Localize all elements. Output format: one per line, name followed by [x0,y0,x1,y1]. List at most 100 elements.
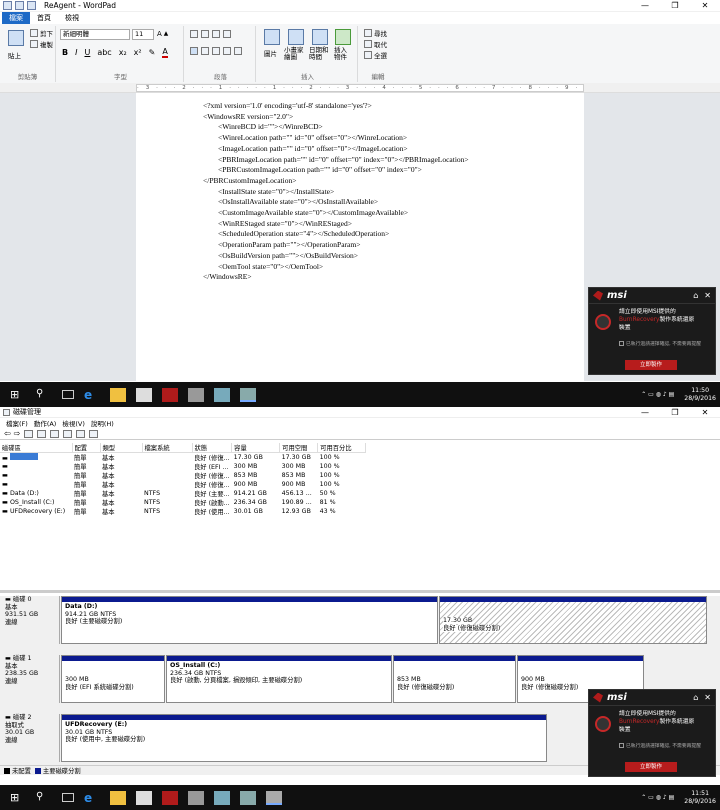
increase-indent-icon[interactable] [201,30,209,38]
disk-2-label[interactable]: ▬ 磁碟 2 抽取式 30.01 GB 連線 [0,714,60,762]
disk-0-label[interactable]: ▬ 磁碟 0 基本 931.51 GB 連線 [0,596,60,644]
menu-view[interactable]: 檢視(V) [62,418,85,428]
column-header[interactable]: 磁碟區 [0,443,73,453]
find-button[interactable]: 尋找 [364,28,387,38]
picture-button[interactable]: 圖片 [264,48,277,58]
disk-1-label[interactable]: ▬ 磁碟 1 基本 238.35 GB 連線 [0,655,60,703]
back-icon[interactable]: ⇦ [4,429,11,438]
search-icon[interactable]: ⚲ [36,388,52,402]
document-line[interactable]: <InstallState state="0"></InstallState> [203,187,469,198]
tab-view[interactable]: 檢視 [58,12,86,24]
document-line[interactable]: </PBRCustomImageLocation> [203,176,469,187]
rescan-icon[interactable] [63,429,73,438]
wordpad-taskbar-icon[interactable] [240,387,256,402]
minimize-button[interactable]: — [630,408,660,417]
line-spacing-icon[interactable] [223,30,231,38]
task-view-icon[interactable] [62,390,74,399]
dont-remind-checkbox[interactable]: 已執行過請選擇確認, 不需要再提醒 [619,742,701,749]
app-icon[interactable] [214,387,230,402]
file-explorer-icon[interactable] [110,387,126,402]
table-row[interactable]: ▬ Data (D:) 簡單 基本 NTFS 良好 (主要... 914.21 GB 456… [0,489,366,498]
table-row[interactable]: ▬ 簡單 基本 良好 (修復... 853 MB 853 MB 100 % [0,471,366,480]
font-size-select[interactable]: 11 [132,29,154,40]
document-line[interactable]: <ImageLocation path="" id="0" offset="0"… [203,144,469,155]
document-line[interactable]: </WindowsRE> [203,272,469,283]
document-line[interactable]: <WinreLocation path="" id="0" offset="0"… [203,133,469,144]
table-row[interactable]: ▬ 簡單 基本 良好 (修復... 900 MB 900 MB 100 % [0,480,366,489]
document-line[interactable]: <?xml version='1.0' encoding='utf-8' sta… [203,101,469,112]
create-now-button[interactable]: 立即製作 [625,360,677,370]
paste-icon[interactable] [8,30,24,46]
maximize-button[interactable]: ❐ [660,1,690,10]
bullets-icon[interactable] [212,30,220,38]
menu-file[interactable]: 檔案(F) [6,418,28,428]
align-center-icon[interactable] [201,47,209,55]
redo-icon[interactable] [27,1,36,10]
document-line[interactable]: <WindowsRE version="2.0"> [203,112,469,123]
partition-ufdrecovery-e[interactable]: UFDRecovery (E:) 30.01 GB NTFS 良好 (使用中, 主要… [61,714,547,762]
close-button[interactable]: ✕ [690,408,720,417]
superscript-button[interactable]: x² [134,48,142,57]
tab-file[interactable]: 檔案 [2,12,30,24]
clock[interactable]: 11:51 28/9/2016 [684,790,716,806]
wordpad-taskbar-icon[interactable] [240,790,256,805]
table-row[interactable]: ▬ 簡單 基本 良好 (修復... 17.30 GB 17.30 GB 100 % [0,453,366,462]
column-header[interactable]: 狀態 [192,443,233,453]
column-header[interactable]: 配置 [72,443,101,453]
maximize-button[interactable]: ❐ [660,408,690,417]
tray-icons[interactable]: ⌃ ▭ ◍ ♪ ▤ [641,794,674,801]
paste-button[interactable]: 貼上 [8,50,21,60]
column-header[interactable]: 可用空間 [279,443,319,453]
picture-icon[interactable] [264,29,280,45]
edge-icon[interactable]: e [84,388,100,402]
document-text[interactable]: <?xml version='1.0' encoding='utf-8' sta… [203,101,469,283]
highlight-icon[interactable]: ✎ [149,48,156,57]
datetime-button[interactable]: 日期和 時間 [309,47,329,61]
paint-button[interactable]: 小畫家 繪圖 [284,47,304,61]
font-name-select[interactable]: 新細明體 [60,29,130,40]
edge-icon[interactable]: e [84,791,100,805]
create-now-button[interactable]: 立即製作 [625,762,677,772]
justify-icon[interactable] [223,47,231,55]
msi-app-icon[interactable] [162,790,178,805]
document-line[interactable]: <PBRCustomImageLocation path="" id="0" o… [203,165,469,176]
align-right-icon[interactable] [212,47,220,55]
close-icon[interactable]: ✕ [704,291,711,300]
partition-data-d[interactable]: Data (D:) 914.21 GB NTFS 良好 (主要磁碟分割) [61,596,438,644]
document-line[interactable]: <OsInstallAvailable state="0"></OsInstal… [203,197,469,208]
app-icon[interactable] [214,790,230,805]
console-tree-icon[interactable] [24,429,34,438]
document-line[interactable]: <PBRImageLocation path="" id="0" offset=… [203,155,469,166]
disk-mgmt-taskbar-icon[interactable] [266,790,282,805]
windows-start-icon[interactable]: ⊞ [10,388,26,402]
app-icon[interactable] [188,387,204,402]
document-line[interactable]: <OsBuildVersion path=""></OsBuildVersion… [203,251,469,262]
menu-help[interactable]: 說明(H) [91,418,114,428]
document-line[interactable]: <ScheduledOperation state="4"></Schedule… [203,229,469,240]
close-icon[interactable]: ✕ [704,693,711,702]
save-icon[interactable] [3,1,12,10]
column-header[interactable]: 檔案系統 [142,443,193,453]
search-icon[interactable]: ⚲ [36,791,52,805]
document-line[interactable]: <OemTool state="0"></OemTool> [203,262,469,273]
replace-button[interactable]: 取代 [364,39,387,49]
cut-button[interactable]: 剪下 [30,28,53,38]
partition-recovery[interactable]: 17.30 GB 良好 (修復磁碟分割) [439,596,707,644]
bold-button[interactable]: B [62,48,68,57]
tray-icons[interactable]: ⌃ ▭ ◍ ♪ ▤ [641,391,674,398]
decrease-indent-icon[interactable] [190,30,198,38]
subscript-button[interactable]: x₂ [119,48,127,57]
column-header[interactable]: 容量 [231,443,281,453]
italic-button[interactable]: I [75,48,77,57]
paint-icon[interactable] [288,29,304,45]
menu-action[interactable]: 動作(A) [34,418,57,428]
grow-font-button[interactable]: A ▲ [157,30,168,38]
properties-icon[interactable] [50,429,60,438]
task-view-icon[interactable] [62,793,74,802]
dont-remind-checkbox[interactable]: 已執行過請選擇確認, 不需要再提醒 [619,340,701,347]
table-row[interactable]: ▬ 簡單 基本 良好 (EFI ... 300 MB 300 MB 100 % [0,462,366,471]
home-icon[interactable]: ⌂ [693,291,698,300]
partition-os-install-c[interactable]: OS_Install (C:) 236.34 GB NTFS 良好 (啟動, 分頁檔… [166,655,392,703]
home-icon[interactable]: ⌂ [693,693,698,702]
document-line[interactable]: <WinREStaged state="0"></WinREStaged> [203,219,469,230]
